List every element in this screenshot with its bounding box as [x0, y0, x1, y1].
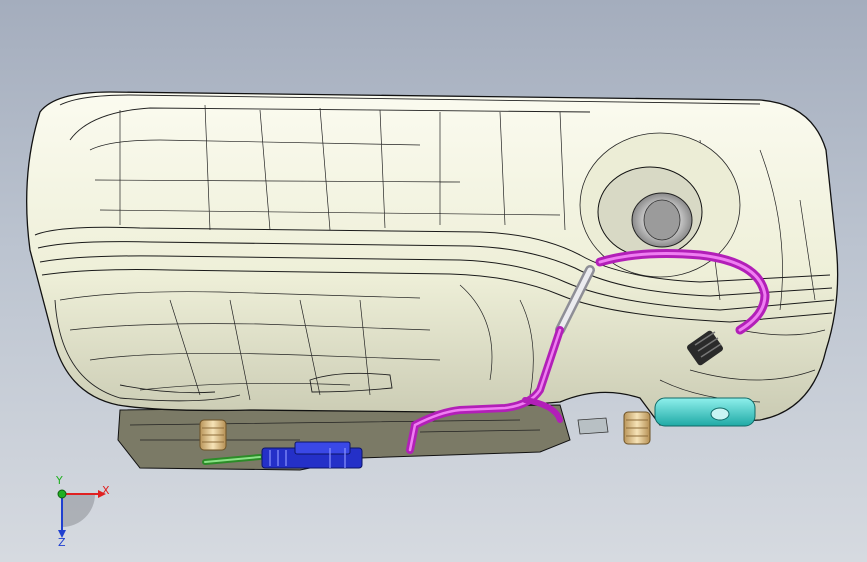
triad-shadow — [62, 494, 95, 527]
grey-clip[interactable] — [577, 417, 609, 435]
filler-neck-bore — [643, 199, 681, 241]
triad-y-label: Y — [56, 474, 63, 487]
blue-coupling-cap — [294, 441, 351, 455]
axis-triad: X Y Z — [40, 470, 130, 550]
cyan-module-cap — [710, 407, 730, 421]
triad-y-axis — [57, 489, 67, 499]
triad-x-label: X — [102, 484, 110, 497]
cyan-pump-module[interactable] — [654, 397, 756, 427]
fuel-tank-model[interactable] — [0, 0, 867, 562]
triad-z-label: Z — [58, 536, 66, 549]
cad-viewport[interactable]: X Y Z — [0, 0, 867, 562]
